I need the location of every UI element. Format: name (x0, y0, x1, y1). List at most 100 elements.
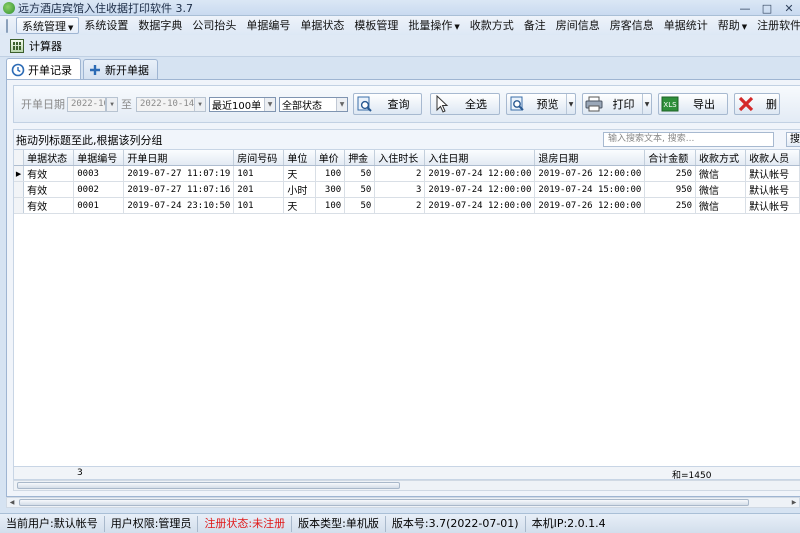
cell-bill-date[interactable]: 2019-07-27 11:07:16 (123, 181, 235, 198)
chevron-down-icon[interactable]: ▼ (566, 94, 575, 114)
column-header[interactable]: 入住时长 (374, 150, 426, 166)
cell-room[interactable]: 101 (233, 197, 285, 214)
cell-status[interactable]: 有效 (23, 165, 75, 182)
scrollbar-thumb[interactable] (19, 499, 749, 506)
table-row[interactable]: 有效 0001 2019-07-24 23:10:50 101 天 100 50… (14, 197, 800, 214)
tab-new-bill[interactable]: 新开单据 (83, 59, 158, 80)
column-header[interactable]: 退房日期 (534, 150, 646, 166)
cell-checkin[interactable]: 2019-07-24 12:00:00 (424, 197, 536, 214)
cell-deposit[interactable]: 50 (344, 197, 376, 214)
search-button[interactable]: 搜 (786, 132, 800, 147)
column-header[interactable]: 单据编号 (73, 150, 125, 166)
cell-pay-method[interactable]: 微信 (695, 197, 747, 214)
query-button[interactable]: 查询 (353, 93, 422, 115)
search-input[interactable]: 输入搜索文本, 搜索... (603, 132, 774, 147)
cell-total[interactable]: 950 (644, 181, 697, 198)
table-row[interactable]: 有效 0002 2019-07-27 11:07:16 201 小时 300 5… (14, 181, 800, 198)
menu-template-manage[interactable]: 模板管理 (349, 17, 403, 34)
cell-duration[interactable]: 2 (374, 165, 426, 182)
cell-checkout[interactable]: 2019-07-26 12:00:00 (534, 165, 646, 182)
cell-bill-date[interactable]: 2019-07-27 11:07:19 (123, 165, 235, 182)
calculator-button[interactable]: 计算器 (29, 38, 62, 54)
menu-payment-method[interactable]: 收款方式 (465, 17, 519, 34)
scrollbar-thumb[interactable] (17, 482, 400, 489)
cell-checkout[interactable]: 2019-07-24 15:00:00 (534, 181, 646, 198)
table-row[interactable]: ▶ 有效 0003 2019-07-27 11:07:19 101 天 100 … (14, 165, 800, 182)
cell-payee[interactable]: 默认帐号 (745, 197, 800, 214)
cell-checkin[interactable]: 2019-07-24 12:00:00 (424, 165, 536, 182)
column-header[interactable]: 单位 (283, 150, 316, 166)
menu-guest-info[interactable]: 房客信息 (605, 17, 659, 34)
date-to-input[interactable]: 2022-10-14 ▼ (136, 96, 206, 112)
menu-register[interactable]: 注册软件 (752, 17, 800, 34)
column-header[interactable]: 合计金额 (644, 150, 697, 166)
cell-room[interactable]: 101 (233, 165, 285, 182)
cell-duration[interactable]: 2 (374, 197, 426, 214)
cell-pay-method[interactable]: 微信 (695, 181, 747, 198)
window-horizontal-scrollbar[interactable]: ◀ ▶ (6, 497, 800, 508)
menu-system-manage[interactable]: 系统管理 ▼ (16, 17, 80, 34)
cell-deposit[interactable]: 50 (344, 181, 376, 198)
scroll-left-icon[interactable]: ◀ (7, 498, 17, 507)
document-menu-icon[interactable] (6, 18, 8, 33)
column-header[interactable]: 收款人员 (745, 150, 800, 166)
cell-unit[interactable]: 天 (283, 197, 316, 214)
cell-payee[interactable]: 默认帐号 (745, 181, 800, 198)
column-header[interactable]: 押金 (344, 150, 376, 166)
menu-batch-ops[interactable]: 批量操作 ▼ (403, 17, 464, 34)
select-all-button[interactable]: 全选 (430, 93, 500, 115)
cell-room[interactable]: 201 (233, 181, 285, 198)
grid-horizontal-scrollbar[interactable] (13, 480, 800, 491)
cell-bill-no[interactable]: 0002 (73, 181, 125, 198)
cell-deposit[interactable]: 50 (344, 165, 376, 182)
delete-button[interactable]: 删 (734, 93, 780, 115)
menu-room-info[interactable]: 房间信息 (551, 17, 605, 34)
print-button[interactable]: 打印 ▼ (582, 93, 652, 115)
cell-pay-method[interactable]: 微信 (695, 165, 747, 182)
close-button[interactable]: ✕ (777, 0, 800, 16)
cell-price[interactable]: 300 (315, 181, 346, 198)
cell-unit[interactable]: 小时 (283, 181, 316, 198)
column-header[interactable]: 房间号码 (233, 150, 285, 166)
calculator-icon[interactable] (10, 38, 24, 53)
preview-button[interactable]: 预览 ▼ (506, 93, 576, 115)
cell-bill-no[interactable]: 0001 (73, 197, 125, 214)
menu-company-header[interactable]: 公司抬头 (187, 17, 241, 34)
column-header[interactable]: 收款方式 (695, 150, 747, 166)
chevron-down-icon[interactable]: ▼ (642, 94, 651, 114)
cell-checkin[interactable]: 2019-07-24 12:00:00 (424, 181, 536, 198)
minimize-button[interactable]: — (733, 0, 757, 16)
column-header[interactable]: 开单日期 (123, 150, 235, 166)
date-from-input[interactable]: 2022-10-14 (67, 96, 106, 112)
cell-price[interactable]: 100 (315, 165, 346, 182)
menu-help[interactable]: 帮助 ▼ (713, 17, 752, 34)
cell-payee[interactable]: 默认帐号 (745, 165, 800, 182)
cell-status[interactable]: 有效 (23, 181, 75, 198)
range-select[interactable]: 最近100单 ▼ (209, 96, 276, 112)
cell-total[interactable]: 250 (644, 165, 697, 182)
group-by-panel[interactable]: 拖动列标题至此,根据该列分组 输入搜索文本, 搜索... 搜 (13, 129, 800, 149)
column-header[interactable]: 单价 (315, 150, 346, 166)
cell-bill-date[interactable]: 2019-07-24 23:10:50 (123, 197, 235, 214)
column-header[interactable]: 入住日期 (424, 150, 536, 166)
cell-price[interactable]: 100 (315, 197, 346, 214)
tab-bill-records[interactable]: 开单记录 (6, 58, 81, 80)
menu-bill-number[interactable]: 单据编号 (241, 17, 295, 34)
cell-duration[interactable]: 3 (374, 181, 426, 198)
date-from-dropdown[interactable]: ▼ (106, 96, 118, 112)
cell-total[interactable]: 250 (644, 197, 697, 214)
menu-data-dictionary[interactable]: 数据字典 (133, 17, 187, 34)
menu-remarks[interactable]: 备注 (519, 17, 551, 34)
cell-unit[interactable]: 天 (283, 165, 316, 182)
cell-bill-no[interactable]: 0003 (73, 165, 125, 182)
cell-status[interactable]: 有效 (23, 197, 75, 214)
menu-bill-status[interactable]: 单据状态 (295, 17, 349, 34)
status-select[interactable]: 全部状态 ▼ (279, 96, 348, 112)
export-button[interactable]: XLS 导出 (658, 93, 728, 115)
maximize-button[interactable]: □ (755, 0, 779, 16)
column-header[interactable]: 单据状态 (23, 150, 75, 166)
cell-checkout[interactable]: 2019-07-26 12:00:00 (534, 197, 646, 214)
menu-system-settings[interactable]: 系统设置 (79, 17, 133, 34)
menu-bill-stats[interactable]: 单据统计 (659, 17, 713, 34)
scroll-right-icon[interactable]: ▶ (789, 498, 799, 507)
